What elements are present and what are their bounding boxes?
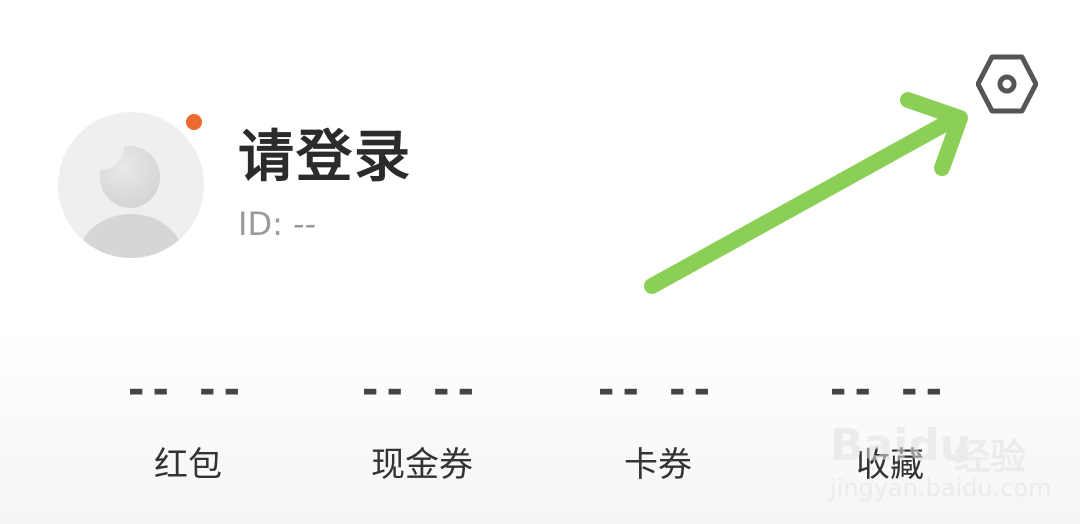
settings-icon[interactable] [976, 54, 1038, 114]
annotation-arrow [644, 92, 968, 294]
stat-label: 红包 [154, 445, 222, 485]
login-prompt[interactable]: 请登录 [238, 130, 412, 186]
stat-value: -- -- [597, 367, 719, 413]
stat-value: -- -- [829, 367, 951, 413]
stat-red-packet[interactable]: -- -- 红包 [88, 370, 288, 482]
stat-card-coupon[interactable]: -- -- 卡券 [558, 370, 758, 482]
watermark-url: jingyan.baidu.com [830, 474, 1052, 502]
user-id: ID: -- [238, 205, 317, 243]
stat-cash-coupon[interactable]: -- -- 现金券 [322, 370, 522, 482]
stat-label: 现金券 [371, 445, 473, 485]
stat-value: -- -- [127, 367, 249, 413]
avatar[interactable] [58, 112, 206, 260]
default-avatar-icon [58, 112, 204, 258]
watermark-brand: Baidu [830, 420, 972, 471]
stat-value: -- -- [361, 367, 483, 413]
notification-dot [186, 114, 202, 130]
stat-label: 卡券 [624, 445, 692, 485]
watermark: Baidu 经验 jingyan.baidu.com [826, 412, 1051, 508]
avatar-body-shape [78, 214, 184, 258]
watermark-cn: 经验 [954, 437, 1027, 478]
